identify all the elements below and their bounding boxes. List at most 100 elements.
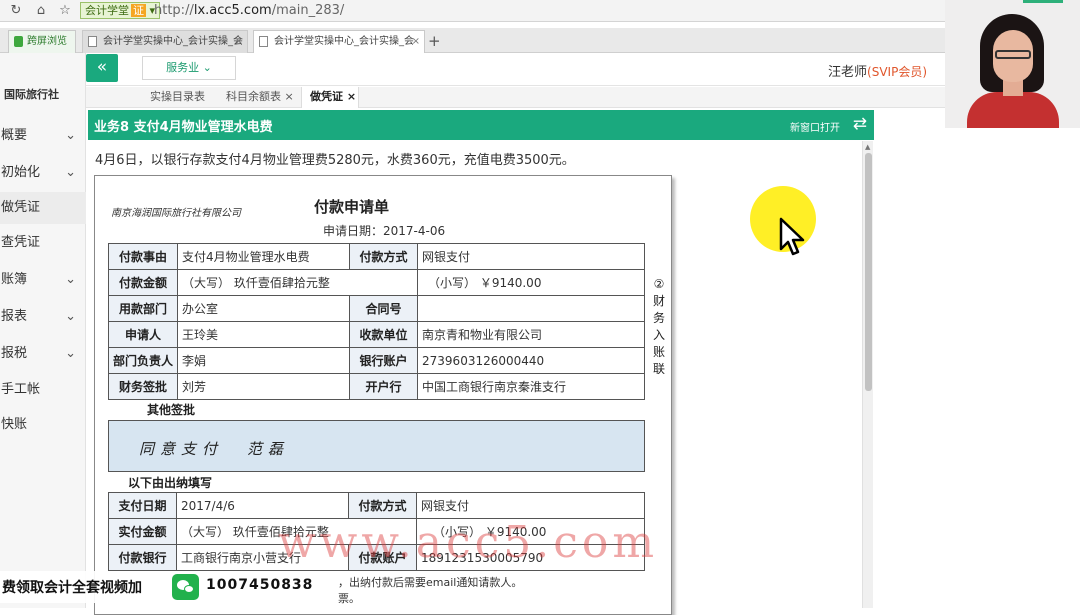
chevron-down-icon: ⌄ xyxy=(65,346,76,361)
field-value: 网银支付 xyxy=(417,243,645,270)
browser-tab-strip: 跨屏浏览 会计学堂实操中心_会计实操_会 × 会计学堂实操中心_会计实操_会 × + xyxy=(0,28,945,53)
site-watermark: www.acc5.com xyxy=(278,517,659,568)
promo-banner: 费领取会计全套视频加 1007450838 xyxy=(0,571,332,603)
swap-icon[interactable]: ⇄ xyxy=(853,114,867,134)
field-label: 合同号 xyxy=(349,295,419,322)
site-badge[interactable]: 会计学堂证 ▾ xyxy=(80,2,161,19)
field-value: 办公室 xyxy=(177,295,351,322)
membership-badge: (SVIP会员) xyxy=(867,65,927,79)
task-description: 4月6日，以银行存款支付4月物业管理费5280元，水费360元，充值电费3500… xyxy=(95,153,575,168)
finance-copy-note: ②财务入账联 xyxy=(652,277,665,376)
page-icon xyxy=(88,36,97,47)
chevron-down-icon: ⌄ xyxy=(65,128,76,143)
chevron-down-icon: ⌄ xyxy=(65,309,76,324)
cursor-icon xyxy=(779,217,805,256)
sidebar-item-overview[interactable]: 概要 ⌄ xyxy=(0,120,86,152)
collapse-sidebar-button[interactable]: « xyxy=(86,54,118,82)
close-icon[interactable]: × xyxy=(412,31,420,52)
industry-select[interactable]: 服务业 ⌄ xyxy=(142,56,236,80)
field-value: （大写） 玖仟壹佰肆拾元整 xyxy=(177,269,419,296)
field-value: 刘芳 xyxy=(177,373,351,400)
sidebar-item-tax[interactable]: 报税 ⌄ xyxy=(0,338,86,370)
tab-make-voucher[interactable]: 做凭证 × xyxy=(301,87,359,108)
field-value: 南京青和物业有限公司 xyxy=(417,321,645,348)
chevron-down-icon: ⌄ xyxy=(202,61,212,74)
sidebar-item-init[interactable]: 初始化 ⌄ xyxy=(0,157,86,189)
tab-practice-index[interactable]: 实操目录表 xyxy=(150,87,214,108)
promo-number: 1007450838 xyxy=(206,577,314,593)
voucher-company: 南京海润国际旅行社有限公司 xyxy=(111,208,241,219)
sidebar-item-make-voucher[interactable]: 做凭证 xyxy=(0,192,86,224)
chevron-down-icon: ⌄ xyxy=(65,272,76,287)
refresh-icon[interactable]: ↻ xyxy=(8,3,24,19)
app-header: « 服务业 ⌄ 汪老师(SVIP会员) xyxy=(86,53,945,86)
tab-balance-sheet[interactable]: 科目余额表 × xyxy=(226,87,296,108)
table-row: 申请人 王玲美 收款单位 南京青和物业有限公司 xyxy=(107,321,645,348)
task-content: 4月6日，以银行存款支付4月物业管理费5280元，水费360元，充值电费3500… xyxy=(88,141,861,615)
content-scrollbar[interactable]: ▲ xyxy=(862,141,873,608)
sidebar-item-manual-books[interactable]: 手工帐 xyxy=(0,374,86,406)
field-value: 2017/4/6 xyxy=(176,492,349,519)
presenter-video xyxy=(945,0,1080,128)
field-label: 银行账户 xyxy=(349,347,419,374)
table-row: 财务签批 刘芳 开户行 中国工商银行南京秦淮支行 xyxy=(107,373,645,400)
field-value: 李娟 xyxy=(177,347,351,374)
work-tab-bar: 实操目录表 科目余额表 × 做凭证 × xyxy=(86,87,945,108)
field-value xyxy=(417,295,645,322)
close-icon[interactable]: × xyxy=(235,31,243,52)
promo-text: 费领取会计全套视频加 xyxy=(2,580,142,596)
scroll-thumb[interactable] xyxy=(865,153,872,391)
sidebar-item-ledger[interactable]: 账簿 ⌄ xyxy=(0,264,86,296)
field-label: 申请人 xyxy=(107,321,179,348)
field-value: （小写） ￥9140.00 xyxy=(417,269,645,296)
close-icon[interactable]: × xyxy=(347,90,356,103)
approver-signature: 范磊 xyxy=(247,440,290,458)
star-icon[interactable]: ☆ xyxy=(57,3,73,19)
sidebar-item-quick-books[interactable]: 快账 xyxy=(0,409,86,441)
sidebar-item-query-voucher[interactable]: 查凭证 xyxy=(0,227,86,259)
tab-practice-1[interactable]: 会计学堂实操中心_会计实操_会 × xyxy=(82,30,248,53)
field-value: 网银支付 xyxy=(416,492,645,519)
speed-icon xyxy=(14,36,23,47)
field-label: 付款金额 xyxy=(107,269,179,296)
other-sign-label: 其他签批 xyxy=(147,403,196,417)
field-label: 用款部门 xyxy=(107,295,179,322)
browser-toolbar: ↻ ⌂ ☆ 会计学堂证 ▾ http://lx.acc5.com/main_28… xyxy=(0,0,945,22)
user-info[interactable]: 汪老师(SVIP会员) xyxy=(828,61,927,80)
wechat-icon xyxy=(172,574,199,600)
task-title: 业务8 支付4月物业管理水电费 xyxy=(94,120,273,135)
field-label: 财务签批 xyxy=(107,373,179,400)
table-row: 用款部门 办公室 合同号 xyxy=(107,295,645,322)
table-row: 部门负责人 李娟 银行账户 2739603126000440 xyxy=(107,347,645,374)
field-label: 付款方式 xyxy=(348,492,417,519)
table-row: 付款金额 （大写） 玖仟壹佰肆拾元整 （小写） ￥9140.00 xyxy=(107,269,645,296)
voucher-footnote-2: 票。 xyxy=(338,592,360,605)
new-tab-button[interactable]: + xyxy=(428,31,441,51)
voucher-title: 付款申请单 xyxy=(314,198,390,216)
sidebar: 国际旅行社 概要 ⌄ 初始化 ⌄ 做凭证 查凭证 账簿 ⌄ 报表 ⌄ 报税 ⌄ 手工帐 快… xyxy=(0,53,86,608)
table-row: 支付日期 2017/4/6 付款方式 网银支付 xyxy=(108,492,645,519)
field-label: 收款单位 xyxy=(349,321,419,348)
task-header: 业务8 支付4月物业管理水电费 新窗口打开 ⇄ xyxy=(88,110,874,140)
field-value: 王玲美 xyxy=(177,321,351,348)
company-name: 国际旅行社 xyxy=(4,88,59,101)
tab-practice-2[interactable]: 会计学堂实操中心_会计实操_会 × xyxy=(253,30,425,53)
apply-date: 申请日期：2017-4-06 xyxy=(323,224,446,238)
field-value: 中国工商银行南京秦淮支行 xyxy=(417,373,645,400)
open-new-window-link[interactable]: 新窗口打开 xyxy=(790,119,840,134)
field-label: 支付日期 xyxy=(108,492,177,519)
scroll-up-icon[interactable]: ▲ xyxy=(865,143,870,151)
sidebar-item-reports[interactable]: 报表 ⌄ xyxy=(0,301,86,333)
field-label: 实付金额 xyxy=(108,518,177,545)
approval-handwriting: 同意支付 范磊 xyxy=(139,440,290,458)
close-icon[interactable]: × xyxy=(285,90,294,103)
address-bar[interactable]: http://lx.acc5.com/main_283/ xyxy=(154,3,344,19)
field-label: 付款事由 xyxy=(107,243,179,270)
request-table: 付款事由 支付4月物业管理水电费 付款方式 网银支付 付款金额 （大写） 玖仟壹… xyxy=(107,243,645,400)
field-value: 2739603126000440 xyxy=(417,347,645,374)
voucher-footnote: ，出纳付款后需要email通知请款人。 xyxy=(338,576,523,589)
home-icon[interactable]: ⌂ xyxy=(33,3,49,19)
other-sign-box: 同意支付 范磊 xyxy=(108,420,645,472)
tab-speed-browse[interactable]: 跨屏浏览 xyxy=(8,30,76,53)
field-label: 部门负责人 xyxy=(107,347,179,374)
